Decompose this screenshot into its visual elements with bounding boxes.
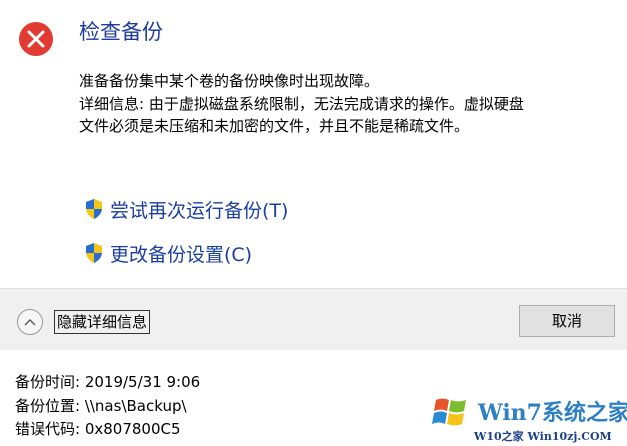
toggle-details-button[interactable] bbox=[17, 309, 43, 335]
cancel-button[interactable]: 取消 bbox=[519, 305, 615, 337]
error-icon bbox=[19, 22, 53, 56]
uac-shield-icon bbox=[86, 199, 102, 219]
chevron-up-icon bbox=[24, 319, 36, 326]
watermark-title: Win7系统之家 bbox=[478, 400, 627, 426]
dialog-footer: 隐藏详细信息 取消 bbox=[0, 288, 627, 350]
dialog-title: 检查备份 bbox=[79, 20, 163, 44]
backup-time: 备份时间: 2019/5/31 9:06 bbox=[15, 373, 201, 391]
watermark-url: W10之家 Win10zj.COM bbox=[474, 430, 612, 443]
watermark: Win7系统之家 W10之家 Win10zj.COM bbox=[432, 390, 627, 446]
backup-location: 备份位置: \\nas\Backup\ bbox=[15, 397, 187, 415]
change-settings-label: 更改备份设置(C) bbox=[110, 243, 253, 266]
change-settings-link[interactable]: 更改备份设置(C) bbox=[84, 237, 252, 269]
windows-logo-icon bbox=[432, 398, 466, 426]
message-line-2: 详细信息: 由于虚拟磁盘系统限制，无法完成请求的操作。虚拟硬盘 bbox=[79, 95, 524, 113]
uac-shield-icon bbox=[86, 243, 102, 263]
retry-backup-link[interactable]: 尝试再次运行备份(T) bbox=[84, 193, 288, 225]
error-code: 错误代码: 0x807800C5 bbox=[15, 420, 181, 438]
toggle-details-label[interactable]: 隐藏详细信息 bbox=[54, 310, 151, 334]
dialog-content: 检查备份 准备备份集中某个卷的备份映像时出现故障。 详细信息: 由于虚拟磁盘系统… bbox=[0, 0, 627, 288]
message-line-3: 文件必须是未压缩和未加密的文件，并且不能是稀疏文件。 bbox=[79, 117, 470, 135]
retry-backup-label: 尝试再次运行备份(T) bbox=[110, 199, 289, 222]
message-line-1: 准备备份集中某个卷的备份映像时出现故障。 bbox=[79, 72, 380, 90]
